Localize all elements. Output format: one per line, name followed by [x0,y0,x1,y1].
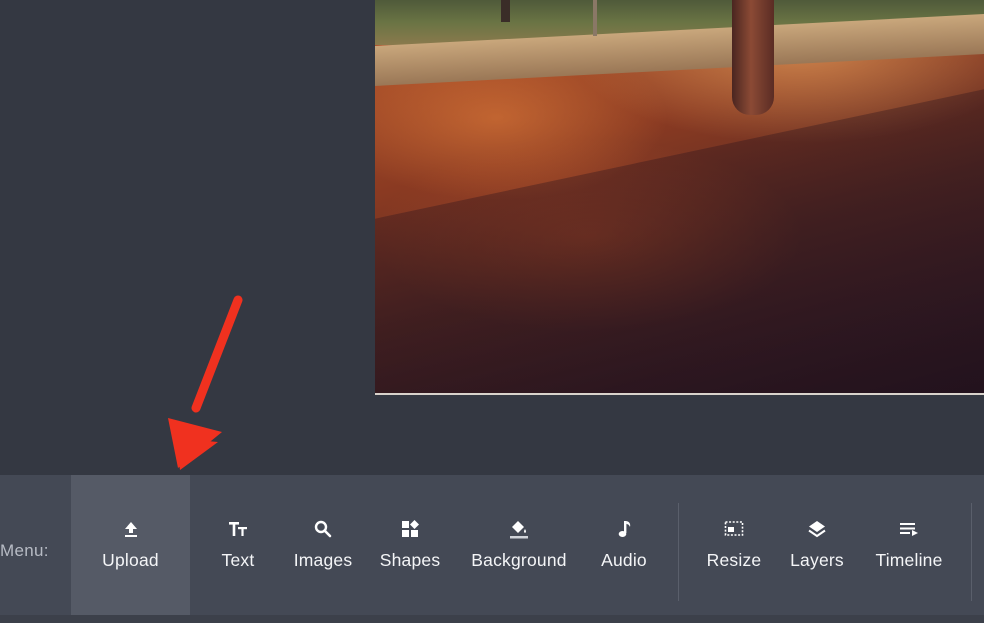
text-size-icon [229,522,247,536]
toolbar-divider [678,503,679,601]
tool-label: Layers [790,550,844,570]
tool-images[interactable]: Images [287,475,359,615]
photo-tree-trunk [732,0,774,115]
tool-label: Text [221,550,255,570]
photo-pole [593,0,597,36]
toolbar-bottom-strip [0,615,984,623]
editor-workspace: Menu: Upload Text Images Shapes Backgrou… [0,0,984,623]
tool-label: Timeline [875,550,943,570]
menu-label: Menu: [0,541,49,560]
paint-bucket-icon [510,521,528,539]
tool-label: Shapes [379,550,441,570]
photo-shadow [375,70,984,393]
tool-upload[interactable]: Upload [71,475,190,615]
upload-icon [124,522,137,537]
tool-label: Audio [601,550,647,570]
layers-icon [808,521,826,538]
tool-label: Background [471,550,567,570]
canvas-photo[interactable] [375,0,984,395]
tool-layers[interactable]: Layers [782,475,852,615]
shapes-icon [402,520,419,537]
tool-background[interactable]: Background [462,475,576,615]
tool-text[interactable]: Text [205,475,271,615]
music-note-icon [618,521,631,537]
resize-icon [724,521,744,536]
tool-label: Resize [706,550,762,570]
tool-resize[interactable]: Resize [700,475,768,615]
annotation-arrow-icon [168,295,243,470]
tool-timeline[interactable]: Timeline [866,475,952,615]
tool-label: Upload [102,550,159,570]
bottom-toolbar: Menu: Upload Text Images Shapes Backgrou… [0,475,984,615]
photo-post [501,0,510,22]
toolbar-divider [971,503,972,601]
tool-label: Images [293,550,353,570]
tool-shapes[interactable]: Shapes [373,475,447,615]
search-icon [314,520,332,538]
timeline-icon [900,523,918,536]
tool-audio[interactable]: Audio [592,475,656,615]
